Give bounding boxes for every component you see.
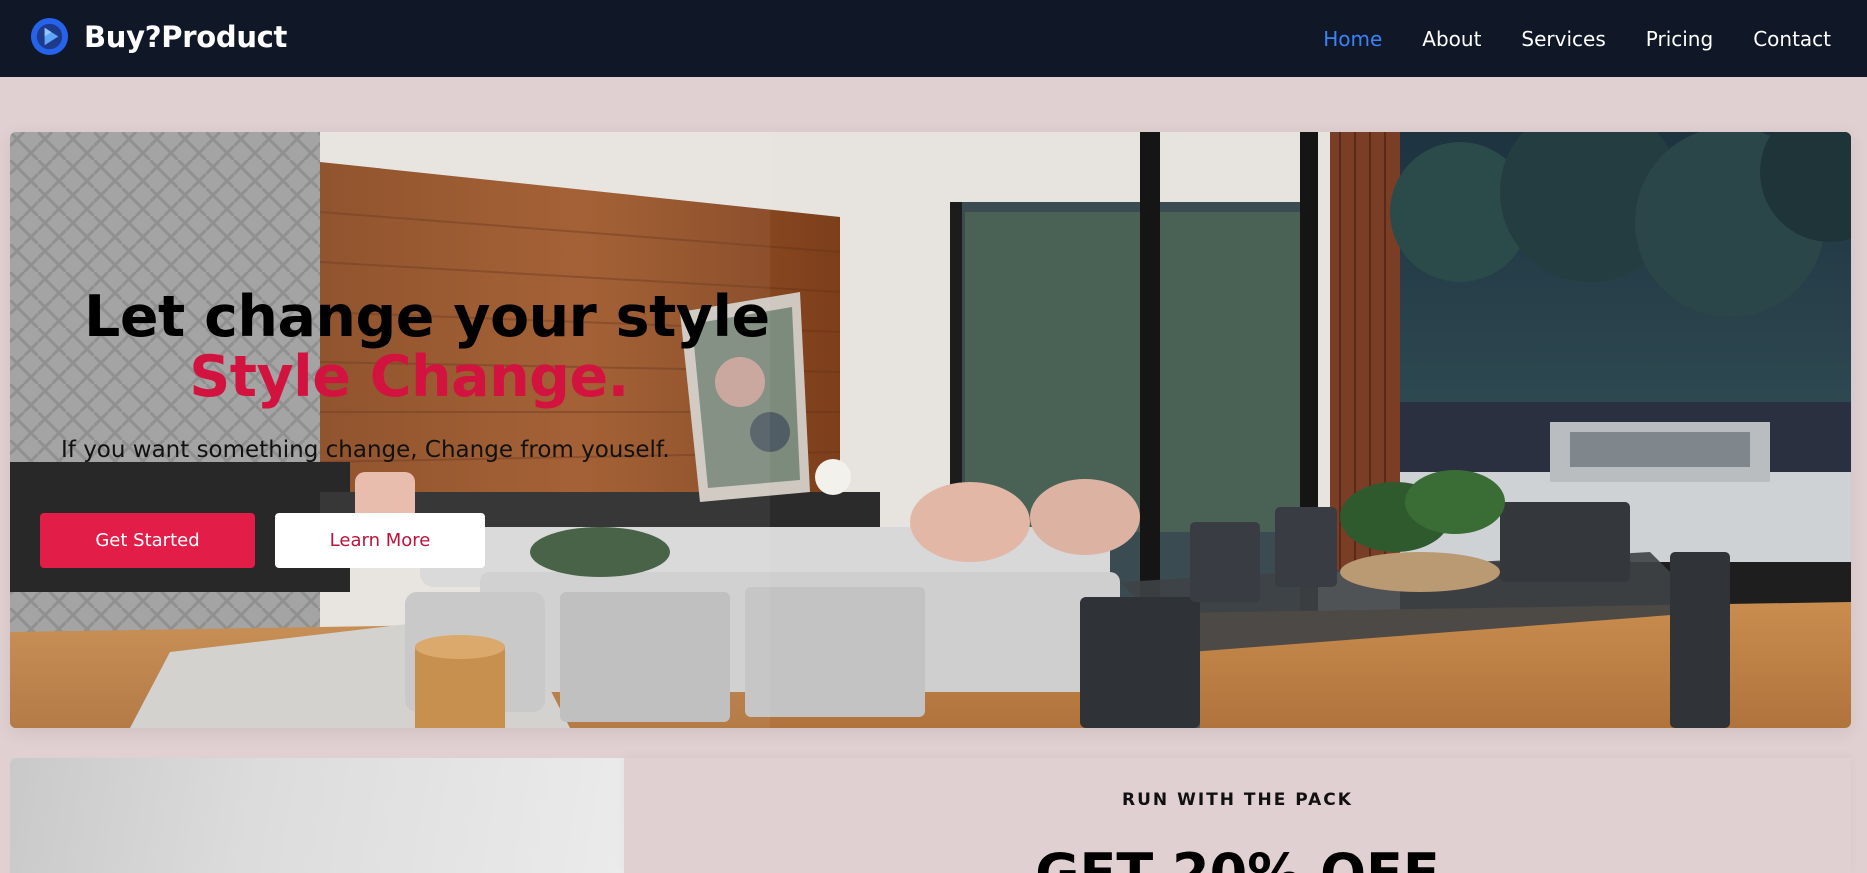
nav-services-link[interactable]: Services xyxy=(1521,27,1605,51)
nav-contact-link[interactable]: Contact xyxy=(1753,27,1831,51)
promo-eyebrow: RUN WITH THE PACK xyxy=(1122,790,1353,810)
promo-title: GET 20% OFF xyxy=(624,844,1851,873)
brand-link[interactable]: Buy?Product xyxy=(30,17,287,56)
nav-home-link[interactable]: Home xyxy=(1323,27,1382,51)
hero-title: Let change your style Style Change. xyxy=(84,287,770,410)
hero-section: Let change your style Style Change. If y… xyxy=(10,132,1851,728)
main-nav: Home About Services Pricing Contact xyxy=(1283,0,1831,77)
promo-product-image xyxy=(10,758,624,873)
learn-more-button[interactable]: Learn More xyxy=(275,513,485,568)
get-started-button[interactable]: Get Started xyxy=(40,513,255,568)
nav-about-link[interactable]: About xyxy=(1422,27,1481,51)
hero-subtitle: If you want something change, Change fro… xyxy=(61,437,670,463)
play-logo-icon xyxy=(30,17,69,56)
hero-title-accent: Style Change. xyxy=(189,344,629,410)
hero-interior-image xyxy=(10,132,1851,728)
top-navbar: Buy?Product Home About Services Pricing … xyxy=(0,0,1867,77)
hero-title-main: Let change your style xyxy=(84,284,770,350)
nav-pricing-link[interactable]: Pricing xyxy=(1646,27,1713,51)
promo-section: RUN WITH THE PACK GET 20% OFF xyxy=(624,758,1851,873)
brand-name: Buy?Product xyxy=(84,19,288,54)
